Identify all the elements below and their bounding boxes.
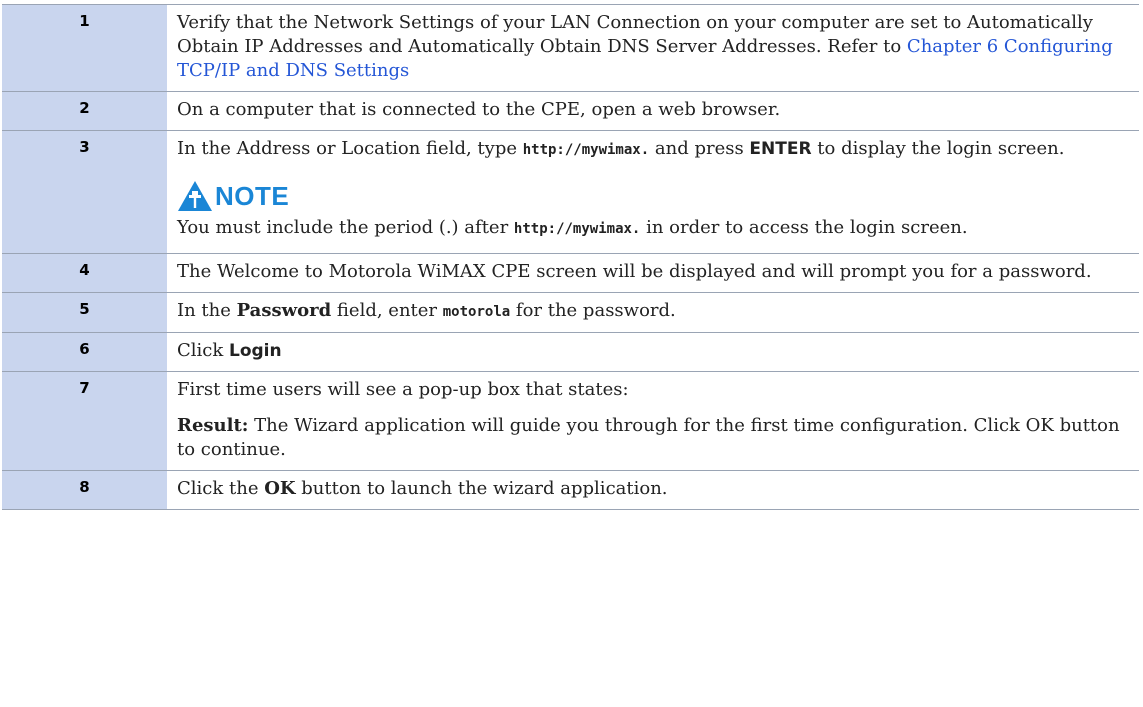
step-text: The Welcome to Motorola WiMAX CPE screen… (167, 253, 1139, 293)
password-field-label: Password (236, 300, 332, 321)
step-text-span: Click (177, 340, 229, 361)
table-row: 2 On a computer that is connected to the… (2, 91, 1139, 131)
step-text-span: On a computer that is connected to the C… (177, 99, 781, 120)
password-code: motorola (442, 304, 511, 320)
ok-button-label: OK (264, 478, 296, 499)
step-number: 3 (2, 130, 167, 254)
step-text-span: to display the login screen. (811, 138, 1065, 159)
step-number: 1 (2, 4, 167, 92)
step-number: 5 (2, 292, 167, 333)
note-callout: NOTE You must include the period (.) aft… (177, 176, 1129, 241)
table-row: 4 The Welcome to Motorola WiMAX CPE scre… (2, 253, 1139, 293)
step-text-span: In the Address or Location field, type (177, 138, 523, 159)
note-header: NOTE (177, 176, 1129, 216)
step-number: 8 (2, 470, 167, 510)
step-text: In the Password field, enter motorola fo… (167, 292, 1139, 333)
step-text-span: In the (177, 300, 237, 321)
table-row: 3 In the Address or Location field, type… (2, 130, 1139, 254)
step-text-span: field, enter (331, 300, 443, 321)
step-text: Click the OK button to launch the wizard… (167, 470, 1139, 510)
result-text-span: The Wizard application will guide you th… (177, 415, 1120, 460)
step-number: 7 (2, 371, 167, 471)
step-text-span: button to launch the wizard application. (295, 478, 668, 499)
table-row: 7 First time users will see a pop-up box… (2, 371, 1139, 471)
note-text-span: You must include the period (.) after (177, 217, 514, 238)
step-text: Click Login (167, 332, 1139, 372)
note-title: NOTE (215, 181, 290, 211)
step-number: 4 (2, 253, 167, 293)
step-text: In the Address or Location field, type h… (167, 130, 1139, 254)
step-number: 2 (2, 91, 167, 131)
table-row: 8 Click the OK button to launch the wiza… (2, 470, 1139, 510)
note-text: You must include the period (.) after ht… (177, 216, 1129, 241)
url-code: http://mywimax. (513, 221, 641, 237)
step-text: On a computer that is connected to the C… (167, 91, 1139, 131)
step-text-span: Click the (177, 478, 265, 499)
login-button-label: Login (229, 341, 282, 361)
warning-pin-icon (178, 181, 212, 211)
step-text: First time users will see a pop-up box t… (167, 371, 1139, 471)
step-text-span: The Welcome to Motorola WiMAX CPE screen… (177, 261, 1092, 282)
enter-key-label: ENTER (749, 139, 812, 159)
url-code: http://mywimax. (522, 142, 650, 158)
table-row: 6 Click Login (2, 332, 1139, 372)
result-text: Result: The Wizard application will guid… (177, 414, 1129, 462)
step-text: Verify that the Network Settings of your… (167, 4, 1139, 92)
table-row: 5 In the Password field, enter motorola … (2, 292, 1139, 333)
result-label: Result: (177, 415, 249, 436)
table-row: 1 Verify that the Network Settings of yo… (2, 4, 1139, 92)
note-text-span: in order to access the login screen. (640, 217, 968, 238)
step-text-span: First time users will see a pop-up box t… (177, 379, 629, 400)
step-text-span: for the password. (510, 300, 676, 321)
step-number: 6 (2, 332, 167, 372)
procedure-steps-table: 1 Verify that the Network Settings of yo… (2, 4, 1139, 510)
step-text-span: and press (649, 138, 750, 159)
